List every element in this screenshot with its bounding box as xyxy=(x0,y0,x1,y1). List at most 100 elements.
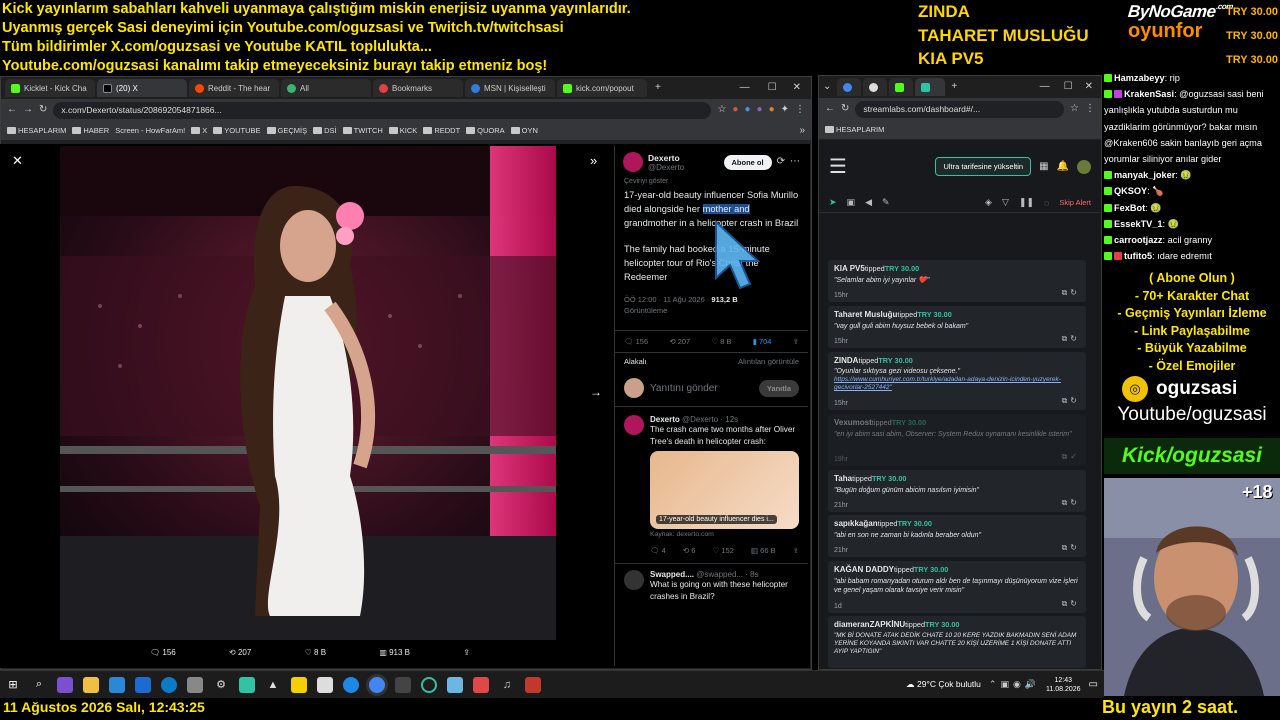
event-actions[interactable]: ⧉↻ xyxy=(1062,288,1080,298)
share-icon[interactable]: ⇪ xyxy=(463,648,470,657)
app-icon[interactable] xyxy=(317,676,333,693)
follow-button[interactable]: Abone ol xyxy=(723,154,772,170)
more-icon[interactable]: ⋯ xyxy=(790,157,800,167)
expand-sidebar-icon[interactable]: » xyxy=(590,154,597,167)
tab-reddit[interactable]: Reddit - The hear xyxy=(189,79,279,97)
send-icon[interactable]: ➤ xyxy=(829,197,837,208)
url-input[interactable]: streamlabs.com/dashboard#/... xyxy=(855,100,1065,118)
new-tab-icon[interactable]: + xyxy=(655,83,661,93)
minimize-icon[interactable]: — xyxy=(1040,82,1050,92)
event-item[interactable]: KAĞAN DADDYtippedTRY 30.00 "abi babam ro… xyxy=(828,561,1086,613)
reply-input[interactable]: Yanıtını gönder xyxy=(650,383,753,394)
reply-action[interactable]: 🗨 156 xyxy=(624,337,648,346)
like-action[interactable]: ♡ 152 xyxy=(713,546,734,555)
app-icon[interactable] xyxy=(447,676,463,693)
event-item[interactable]: Taharet MusluğutippedTRY 30.00 "vay gull… xyxy=(828,306,1086,348)
event-item[interactable]: sapıkkağantippedTRY 30.00 "abi en son ne… xyxy=(828,515,1086,557)
event-actions[interactable]: ⧉↻ xyxy=(1062,498,1080,508)
link-card[interactable]: 17-year-old beauty influencer dies i... xyxy=(650,451,799,529)
bookmark-folder[interactable]: HABER xyxy=(72,126,109,135)
extension-icon[interactable]: ● xyxy=(769,105,775,115)
minimize-icon[interactable]: — xyxy=(740,83,750,93)
settings-icon[interactable]: ⚙ xyxy=(213,677,229,693)
file-explorer-icon[interactable] xyxy=(83,676,99,693)
quotes-link[interactable]: Alıntıları görüntüle xyxy=(738,357,799,366)
megaphone-icon[interactable]: ◀ xyxy=(865,197,872,208)
grid-icon[interactable]: ▦ xyxy=(1039,161,1048,172)
chrome-icon[interactable] xyxy=(369,676,385,693)
tab-google[interactable] xyxy=(837,78,862,96)
app-icon[interactable]: ▲ xyxy=(265,677,281,693)
menu-icon[interactable]: ⋮ xyxy=(1085,104,1095,114)
reload-icon[interactable]: ↻ xyxy=(39,105,47,115)
related-dropdown[interactable]: Alakalı xyxy=(624,357,647,366)
bell-icon[interactable]: 🔔 xyxy=(1057,161,1069,172)
reply-button[interactable]: Yanıtla xyxy=(758,379,799,397)
app-icon[interactable] xyxy=(421,676,437,693)
views-action[interactable]: ▥ 66 B xyxy=(751,546,776,555)
bookmark-folder[interactable]: TWITCH xyxy=(342,126,383,135)
bookmark-folder[interactable]: HESAPLARIM xyxy=(825,125,884,134)
edge-icon[interactable] xyxy=(161,676,177,693)
author-handle[interactable]: @Dexerto xyxy=(648,163,684,172)
new-tab-icon[interactable]: + xyxy=(951,82,957,92)
like-action[interactable]: ♡ 8 B xyxy=(711,337,731,346)
reply-action[interactable]: 🗨 156 xyxy=(150,648,176,657)
app-icon[interactable] xyxy=(395,676,411,693)
extension-icon[interactable]: ● xyxy=(732,105,738,115)
app-icon[interactable]: ♫ xyxy=(499,677,515,693)
camera-icon[interactable] xyxy=(187,676,203,693)
url-input[interactable]: x.com/Dexerto/status/208692054871866... xyxy=(53,101,712,119)
app-icon[interactable] xyxy=(109,676,125,693)
shield-icon[interactable]: ◈ xyxy=(985,197,992,208)
app-icon[interactable] xyxy=(473,676,489,693)
extension-icon[interactable]: ● xyxy=(744,105,750,115)
event-item[interactable]: ZINDAtippedTRY 30.00 "Oyunlar sıktıysa g… xyxy=(828,352,1086,410)
bookmark-folder[interactable]: OYN xyxy=(510,126,538,135)
star-icon[interactable]: ☆ xyxy=(1070,104,1079,114)
maximize-icon[interactable]: ☐ xyxy=(768,83,777,93)
puzzle-icon[interactable]: ✦ xyxy=(781,105,789,115)
bookmark-folder[interactable]: REDDT xyxy=(423,126,460,135)
reply-tweet[interactable]: Dexerto @Dexerto · 12s The crash came tw… xyxy=(615,407,808,564)
event-actions[interactable]: ⧉↻ xyxy=(1062,543,1080,553)
maximize-icon[interactable]: ☐ xyxy=(1064,82,1073,92)
event-item[interactable]: VexumosttippedTRY 30.00 "en iyi abim sas… xyxy=(828,414,1086,466)
tab-kick[interactable] xyxy=(889,78,914,96)
upgrade-button[interactable]: Ultra tarifesine yükseltin xyxy=(935,157,1032,176)
retweet-action[interactable]: ⟲ 207 xyxy=(229,648,251,657)
reply-tweet[interactable]: Swapped.... @swapped... · 8s What is goi… xyxy=(615,564,808,608)
link[interactable]: https://www.cumhuriyet.com.tr/turkiye/ad… xyxy=(834,376,1064,392)
bookmark-folder[interactable]: QUORA xyxy=(466,126,505,135)
app-icon[interactable] xyxy=(525,676,541,693)
forward-icon[interactable]: → xyxy=(23,105,33,115)
bookmark-link[interactable]: Screen - HowFarAm! xyxy=(115,126,185,135)
pause-icon[interactable]: ❚❚ xyxy=(1019,197,1034,208)
like-action[interactable]: ♡ 8 B xyxy=(305,648,326,657)
share-icon[interactable]: ⇪ xyxy=(793,546,799,555)
share-icon[interactable]: ⇪ xyxy=(793,337,799,346)
event-actions[interactable]: ⧉↻ xyxy=(1062,334,1080,344)
close-window-icon[interactable]: ✕ xyxy=(1085,82,1093,92)
system-tray[interactable]: ⌃▣◉🔊 xyxy=(989,679,1040,690)
star-icon[interactable]: ☆ xyxy=(717,105,726,115)
tweet-photo[interactable] xyxy=(60,146,556,640)
more-bookmarks-icon[interactable]: » xyxy=(799,125,805,136)
bookmark-folder[interactable]: YOUTUBE xyxy=(213,126,261,135)
tab-x[interactable]: (20) X xyxy=(97,79,187,97)
event-item[interactable]: KIA PV5tippedTRY 30.00 "Selamlar abim iy… xyxy=(828,260,1086,302)
translate-link[interactable]: Çeviriyi göster xyxy=(624,178,799,185)
author-name[interactable]: Dexerto xyxy=(648,153,684,163)
avatar[interactable] xyxy=(623,152,643,172)
tab-kicklet[interactable]: Kicklet - Kick Cha xyxy=(5,79,95,97)
tab-chatgpt[interactable] xyxy=(863,78,888,96)
bookmark-folder[interactable]: HESAPLARIM xyxy=(7,126,66,135)
close-icon[interactable]: ✕ xyxy=(12,154,23,167)
clock[interactable]: 12:43 11.08.2026 xyxy=(1046,676,1081,694)
extension-icon[interactable]: ● xyxy=(757,105,763,115)
bookmark-folder[interactable]: KICK xyxy=(388,126,417,135)
bookmark-folder[interactable]: X xyxy=(191,126,207,135)
menu-icon[interactable]: ⋮ xyxy=(795,105,805,115)
streamlabs-icon[interactable] xyxy=(239,676,255,693)
app-icon[interactable] xyxy=(135,676,151,693)
